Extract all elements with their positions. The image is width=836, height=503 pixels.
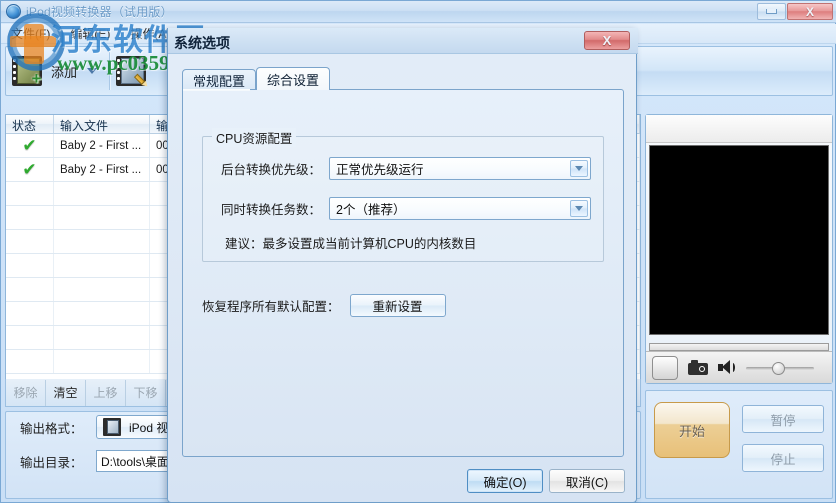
green-check-icon: ✔ bbox=[22, 160, 37, 179]
tasks-row: 同时转换任务数： 2个（推荐） bbox=[213, 197, 591, 220]
chevron-down-icon[interactable] bbox=[570, 160, 588, 177]
start-button[interactable]: 开始 bbox=[654, 402, 730, 458]
remove-button[interactable]: 移除 bbox=[6, 379, 46, 406]
clear-button[interactable]: 清空 bbox=[46, 379, 86, 406]
row-status-cell: ✔ bbox=[6, 134, 54, 157]
ok-button[interactable]: 确定(O) bbox=[467, 469, 543, 493]
video-file-icon bbox=[103, 418, 121, 436]
priority-row: 后台转换优先级： 正常优先级运行 bbox=[213, 157, 591, 180]
preview-toolbar bbox=[646, 115, 832, 143]
row-filename-cell: Baby 2 - First ... bbox=[54, 134, 150, 157]
reset-defaults-row: 恢复程序所有默认配置： 重新设置 bbox=[202, 294, 446, 317]
priority-value: 正常优先级运行 bbox=[336, 163, 424, 177]
row-filename-cell: Baby 2 - First ... bbox=[54, 158, 150, 181]
dialog-close-button[interactable]: X bbox=[584, 31, 630, 50]
tab-comprehensive-settings[interactable]: 综合设置 bbox=[256, 67, 331, 90]
film-add-icon: + bbox=[12, 56, 42, 87]
tab-general-config[interactable]: 常规配置 bbox=[182, 69, 257, 90]
cpu-resource-groupbox-title: CPU资源配置 bbox=[212, 128, 297, 147]
window-title: iPod视频转换器（试用版） bbox=[26, 5, 173, 19]
output-format-label: 输出格式： bbox=[20, 421, 83, 436]
dialog-title: 系统选项 bbox=[174, 35, 230, 51]
menu-item-edit[interactable]: 编辑(E) bbox=[67, 24, 113, 43]
priority-label: 后台转换优先级： bbox=[220, 163, 321, 177]
pause-button[interactable]: 暂停 bbox=[742, 405, 824, 433]
column-header-input-file[interactable]: 输入文件 bbox=[54, 115, 150, 133]
edit-file-button[interactable] bbox=[110, 47, 152, 95]
tasks-value: 2个（推荐） bbox=[336, 203, 406, 217]
volume-slider[interactable] bbox=[746, 361, 814, 375]
cancel-button[interactable]: 取消(C) bbox=[549, 469, 625, 493]
move-up-button[interactable]: 上移 bbox=[86, 379, 126, 406]
minimize-button[interactable] bbox=[757, 3, 786, 20]
cpu-hint-text: 建议：最多设置成当前计算机CPU的内核数目 bbox=[225, 237, 477, 251]
dialog-tabs: 常规配置 综合设置 bbox=[182, 67, 624, 90]
speaker-icon[interactable] bbox=[718, 360, 736, 375]
reset-defaults-label: 恢复程序所有默认配置： bbox=[202, 300, 340, 314]
chevron-down-icon[interactable] bbox=[570, 200, 588, 217]
stop-button[interactable]: 停止 bbox=[742, 444, 824, 472]
tab-panel: CPU资源配置 后台转换优先级： 正常优先级运行 同时转换任务数： 2个（推荐）… bbox=[182, 89, 624, 457]
cpu-resource-groupbox: CPU资源配置 后台转换优先级： 正常优先级运行 同时转换任务数： 2个（推荐）… bbox=[202, 128, 604, 262]
add-file-dropdown[interactable] bbox=[83, 47, 109, 95]
reset-defaults-button[interactable]: 重新设置 bbox=[349, 294, 446, 317]
volume-knob[interactable] bbox=[772, 361, 785, 375]
film-edit-icon bbox=[116, 56, 150, 89]
chevron-down-icon bbox=[87, 68, 98, 74]
close-button[interactable]: X bbox=[787, 3, 833, 20]
tasks-select[interactable]: 2个（推荐） bbox=[329, 197, 591, 220]
column-header-status[interactable]: 状态 bbox=[6, 115, 54, 133]
seek-bar[interactable] bbox=[649, 343, 829, 351]
video-preview-panel bbox=[645, 114, 833, 384]
play-button-icon[interactable] bbox=[652, 355, 678, 380]
row-status-cell: ✔ bbox=[6, 158, 54, 181]
playback-controls bbox=[646, 351, 832, 383]
output-dir-label: 输出目录： bbox=[20, 455, 83, 470]
globe-icon bbox=[6, 4, 21, 19]
system-options-dialog: 系统选项 X 常规配置 综合设置 CPU资源配置 后台转换优先级： 正常优先级运… bbox=[167, 28, 638, 503]
conversion-controls: 开始 暂停 停止 bbox=[645, 390, 833, 499]
menu-item-file[interactable]: 文件(F) bbox=[8, 24, 53, 43]
add-file-label: 添加 bbox=[51, 64, 78, 80]
move-down-button[interactable]: 下移 bbox=[126, 379, 166, 406]
tasks-label: 同时转换任务数： bbox=[220, 203, 321, 217]
priority-select[interactable]: 正常优先级运行 bbox=[329, 157, 591, 180]
dialog-title-bar bbox=[168, 28, 638, 54]
green-check-icon: ✔ bbox=[22, 136, 37, 155]
window-controls: X bbox=[757, 3, 833, 20]
camera-icon[interactable] bbox=[688, 360, 708, 375]
video-surface[interactable] bbox=[649, 145, 829, 335]
minimize-icon bbox=[766, 9, 777, 14]
add-file-button[interactable]: + 添加 bbox=[6, 47, 83, 95]
window-title-bar: iPod视频转换器（试用版） X bbox=[1, 1, 836, 23]
